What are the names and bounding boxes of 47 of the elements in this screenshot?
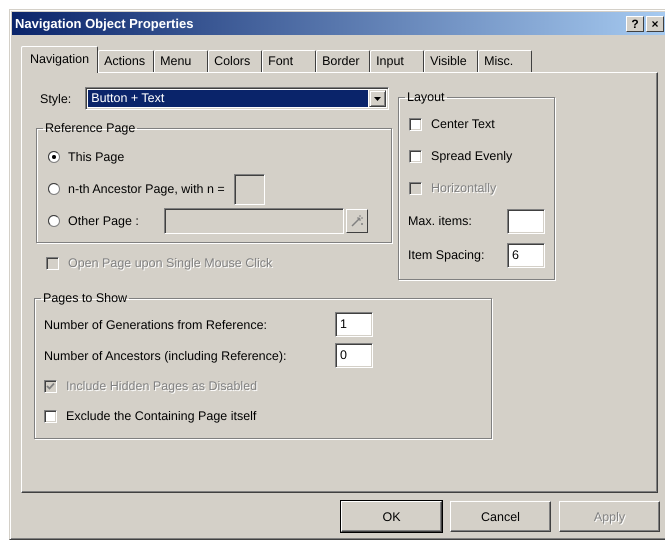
tab[interactable]: Visible	[424, 50, 478, 72]
checkbox[interactable]	[409, 118, 422, 130]
group-title: Layout	[407, 90, 445, 104]
wand-icon	[350, 214, 364, 228]
radio-button[interactable]	[48, 151, 60, 163]
field-label: Max. items:	[408, 214, 472, 228]
field-label: Style:	[40, 92, 72, 106]
field-label: Number of Ancestors (including Reference):	[44, 348, 288, 362]
number-field[interactable]: 1	[335, 312, 373, 337]
field-label: Number of Generations from Reference:	[44, 318, 268, 332]
checkbox-label: Include Hidden Pages as Disabled	[66, 379, 258, 393]
tab[interactable]: Misc.	[478, 50, 532, 72]
number-field[interactable]	[507, 208, 545, 234]
radio-button[interactable]	[48, 183, 60, 195]
checkbox[interactable]	[44, 410, 57, 422]
dialog-button[interactable]: OK	[341, 501, 442, 532]
group-title: Reference Page	[45, 121, 136, 135]
close-button[interactable]: ×	[646, 16, 664, 32]
tab[interactable]: Menu	[154, 50, 208, 72]
radio-button[interactable]	[48, 215, 60, 227]
page-field[interactable]	[164, 208, 344, 234]
field-label: Item Spacing:	[408, 248, 484, 262]
caret-icon	[374, 96, 382, 100]
radio-label: Other Page :	[68, 214, 139, 228]
tab[interactable]: Border	[316, 50, 370, 72]
tab[interactable]: Actions	[98, 50, 154, 72]
checkbox-label: Spread Evenly	[431, 149, 512, 163]
number-field[interactable]: 0	[335, 343, 373, 368]
help-button[interactable]: ?	[626, 16, 644, 32]
group-title: Pages to Show	[43, 291, 128, 305]
radio-label: n-th Ancestor Page, with n =	[68, 182, 225, 196]
number-field[interactable]	[234, 174, 265, 204]
dialog-button[interactable]: Cancel	[450, 501, 551, 532]
style-dropdown[interactable]: Button + Text	[85, 87, 390, 110]
checkbox-label: Horizontally	[431, 181, 496, 195]
checkbox[interactable]	[409, 150, 422, 162]
tab[interactable]: Input	[370, 50, 424, 72]
checkbox-label: Center Text	[431, 117, 495, 131]
window-title: Navigation Object Properties	[15, 16, 194, 31]
tab[interactable]: Navigation	[21, 46, 98, 73]
number-field[interactable]: 6	[507, 242, 545, 268]
checkbox-label: Exclude the Containing Page itself	[66, 409, 256, 423]
checkbox-label: Open Page upon Single Mouse Click	[68, 256, 272, 270]
radio-label: This Page	[68, 150, 124, 164]
tab[interactable]: Font	[262, 50, 316, 72]
browse-button[interactable]	[346, 209, 368, 233]
tab[interactable]: Colors	[208, 50, 262, 72]
